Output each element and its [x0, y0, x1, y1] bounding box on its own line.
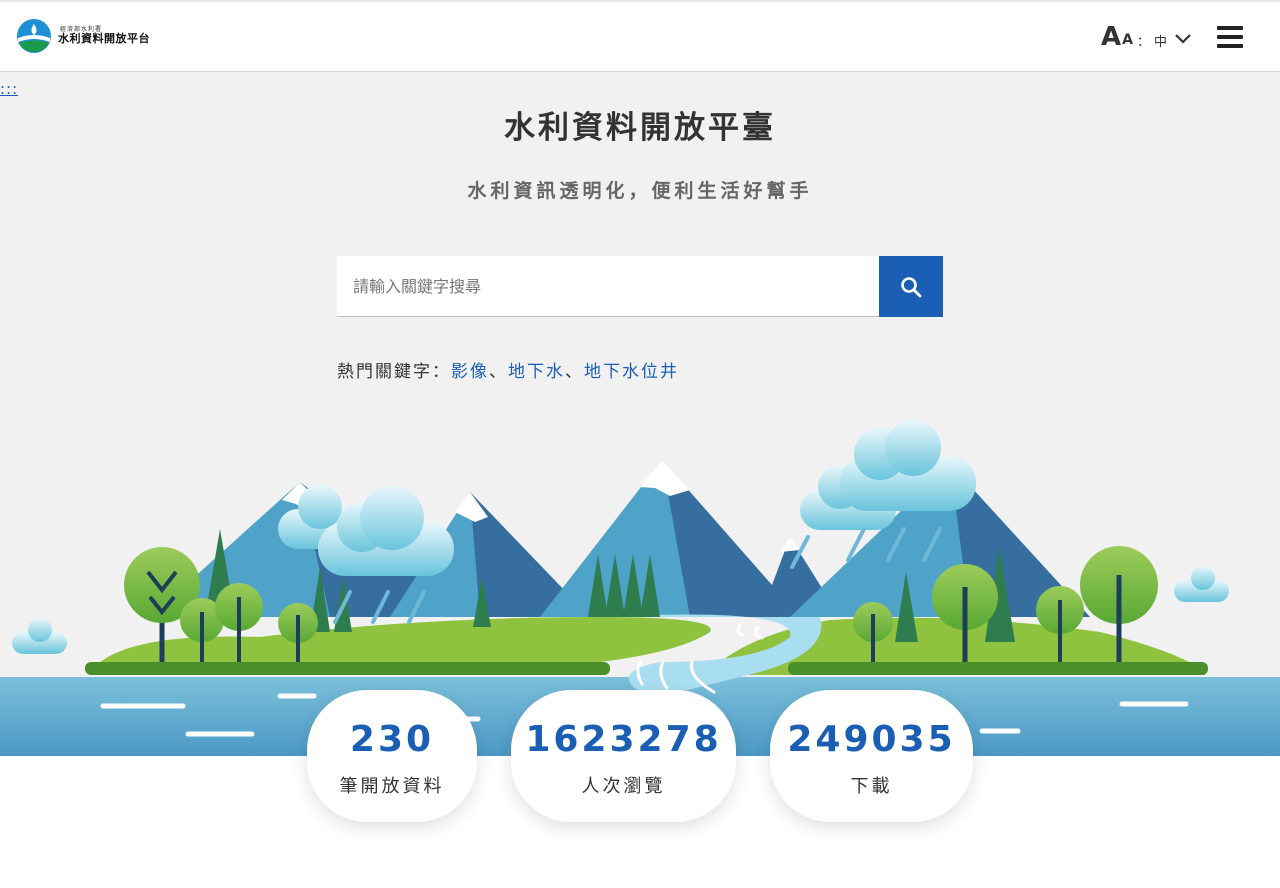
page-title: 水利資料開放平臺 [504, 110, 776, 146]
hamburger-menu-icon[interactable] [1217, 26, 1243, 48]
site-header: 經濟部水利署 水利資料開放平台 A A ： 中 [0, 2, 1280, 72]
hero-section: ::: 水利資料開放平臺 水利資訊透明化，便利生活好幫手 熱門關鍵字：影像、地下… [0, 72, 1280, 888]
search-input[interactable] [337, 256, 879, 317]
search-icon [901, 276, 922, 297]
stat-value: 230 [349, 719, 435, 760]
font-size-large-button[interactable]: A [1101, 24, 1121, 50]
accesskey-link[interactable]: ::: [0, 80, 18, 98]
switcher-separator: ： [1136, 34, 1150, 50]
stat-value: 1623278 [525, 719, 722, 760]
stat-label: 人次瀏覽 [581, 776, 666, 797]
stat-label: 筆開放資料 [339, 776, 445, 797]
search-bar [337, 256, 943, 317]
current-language[interactable]: 中 [1154, 31, 1167, 50]
logo-site-name: 水利資料開放平台 [58, 32, 150, 46]
stat-value: 249035 [787, 719, 956, 760]
water-drop-logo-icon [17, 19, 51, 53]
page-subtitle: 水利資訊透明化，便利生活好幫手 [467, 180, 813, 202]
site-logo[interactable]: 經濟部水利署 水利資料開放平台 [16, 18, 150, 54]
font-size-small-button[interactable]: A [1122, 32, 1133, 48]
stat-card-downloads: 249035 下載 [770, 690, 973, 822]
font-size-language-switcher[interactable]: A A ： 中 [1101, 24, 1191, 50]
chevron-down-icon[interactable] [1175, 34, 1191, 44]
search-button[interactable] [879, 256, 943, 317]
stat-card-datasets: 230 筆開放資料 [307, 690, 477, 822]
stat-label: 下載 [850, 776, 893, 797]
stat-card-views: 1623278 人次瀏覽 [511, 690, 736, 822]
